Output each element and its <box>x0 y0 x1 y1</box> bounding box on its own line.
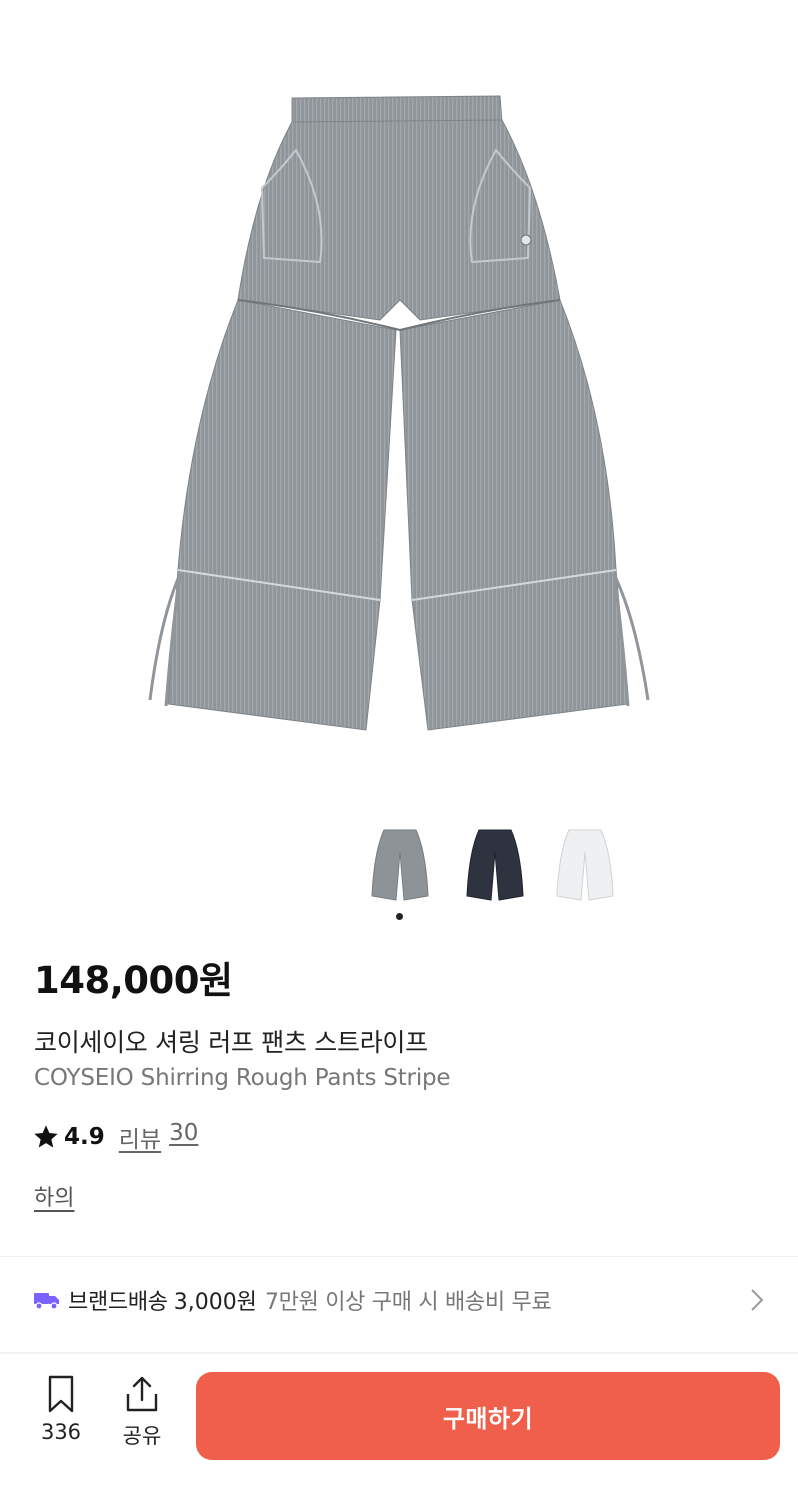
shipping-note: 7만원 이상 구매 시 배송비 무료 <box>264 1290 552 1315</box>
rating-row: 4.9 리뷰 30 <box>32 1119 198 1155</box>
chevron-right-icon <box>751 1289 764 1311</box>
product-name-english: COYSEIO Shirring Rough Pants Stripe <box>34 1065 451 1091</box>
product-detail-page: 148,000원 코이세이오 셔링 러프 팬츠 스트라이프 COYSEIO Sh… <box>0 0 798 1500</box>
bottom-action-bar: 336 공유 구매하기 <box>0 1356 798 1500</box>
thumbnail-gray[interactable] <box>360 822 440 908</box>
bookmark-button[interactable]: 336 <box>26 1374 96 1444</box>
shipping-fee: 3,000원 <box>173 1290 257 1315</box>
product-name-korean: 코이세이오 셔링 러프 팬츠 스트라이프 <box>34 1028 428 1057</box>
bookmark-count: 336 <box>40 1420 82 1444</box>
truck-icon <box>34 1293 59 1310</box>
share-icon <box>126 1376 158 1412</box>
product-price: 148,000원 <box>34 959 233 1002</box>
rating-value: 4.9 <box>64 1124 105 1150</box>
share-button[interactable]: 공유 <box>107 1374 177 1450</box>
review-label: 리뷰 <box>118 1127 162 1153</box>
star-icon <box>34 1125 58 1148</box>
buy-button[interactable]: 구매하기 <box>196 1372 780 1460</box>
pants-illustration <box>148 95 650 731</box>
product-image[interactable] <box>0 0 798 800</box>
share-label: 공유 <box>122 1424 162 1448</box>
thumbnail-white[interactable] <box>545 822 625 908</box>
color-thumbnails <box>360 822 630 912</box>
review-link[interactable]: 리뷰 30 <box>119 1120 199 1154</box>
shipping-info-row[interactable]: 브랜드배송 3,000원 7만원 이상 구매 시 배송비 무료 <box>0 1257 798 1343</box>
shipping-label: 브랜드배송 <box>68 1290 168 1315</box>
category-link[interactable]: 하의 <box>34 1180 74 1212</box>
review-count: 30 <box>169 1120 199 1146</box>
divider <box>0 1352 798 1354</box>
bookmark-icon <box>48 1375 74 1413</box>
thumbnail-navy[interactable] <box>455 822 535 908</box>
gallery-indicator-dot <box>396 913 403 920</box>
